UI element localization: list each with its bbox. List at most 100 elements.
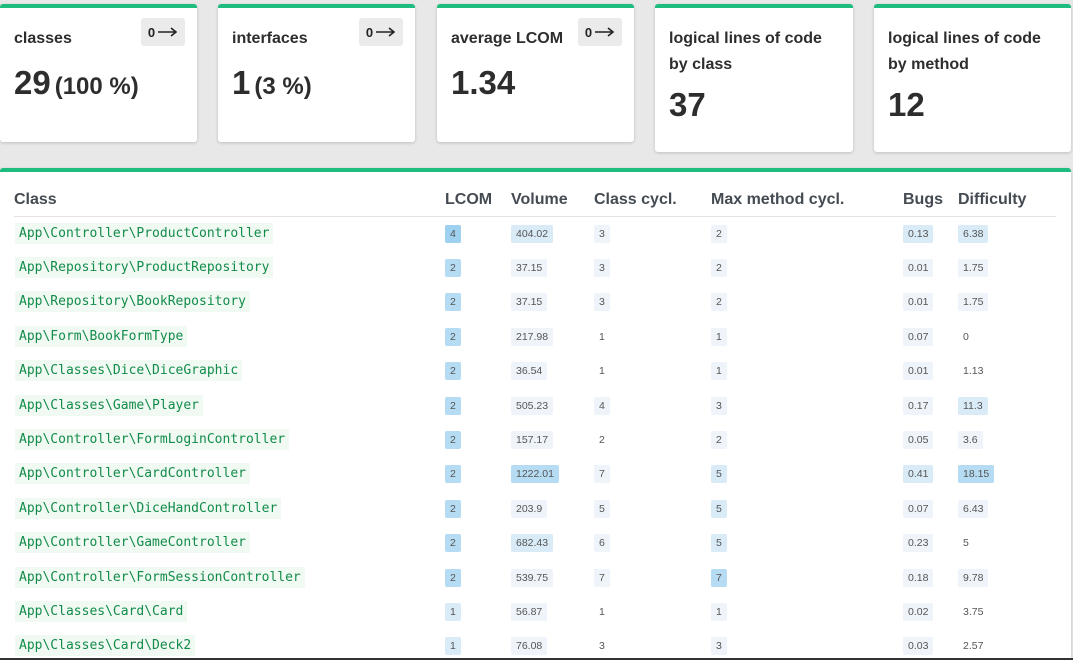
max-method-cycl-value: 2 bbox=[711, 293, 727, 312]
difficulty-value: 6.43 bbox=[958, 499, 989, 518]
column-header-max-method-cycl[interactable]: Max method cycl. bbox=[711, 190, 903, 217]
trend-badge[interactable]: 0 bbox=[359, 18, 403, 46]
lcom-cell: 2 bbox=[445, 491, 511, 525]
table-row[interactable]: App\Repository\BookRepository 2 37.15 3 2 0.0… bbox=[14, 285, 1056, 319]
lcom-cell: 2 bbox=[445, 457, 511, 491]
table-row[interactable]: App\Controller\CardController 2 1222.01 7 5 0… bbox=[14, 457, 1056, 491]
volume-value: 37.15 bbox=[511, 293, 548, 312]
bugs-cell: 0.01 bbox=[903, 250, 958, 284]
bugs-cell: 0.01 bbox=[903, 285, 958, 319]
table-row[interactable]: App\Classes\Dice\DiceGraphic 2 36.54 1 1 0.01… bbox=[14, 354, 1056, 388]
class-name-link[interactable]: App\Controller\FormSessionController bbox=[15, 566, 305, 588]
bugs-value: 0.01 bbox=[903, 259, 934, 278]
trend-value: 0 bbox=[584, 24, 593, 40]
class-name-link[interactable]: App\Controller\ProductController bbox=[15, 222, 274, 244]
difficulty-value: 1.13 bbox=[958, 362, 989, 381]
class-name-link[interactable]: App\Classes\Dice\DiceGraphic bbox=[15, 360, 243, 382]
class-name-link[interactable]: App\Controller\FormLoginController bbox=[15, 429, 290, 451]
class-cell: App\Controller\FormLoginController bbox=[14, 422, 445, 456]
max-method-cycl-value: 5 bbox=[711, 499, 727, 518]
bugs-value: 0.01 bbox=[903, 362, 934, 381]
table-header-row: Class LCOM Volume Class cycl. Max method… bbox=[14, 190, 1056, 217]
lcom-value: 2 bbox=[445, 396, 461, 415]
class-cycl-value: 5 bbox=[594, 499, 610, 518]
difficulty-value: 11.3 bbox=[958, 396, 988, 415]
bugs-cell: 0.01 bbox=[903, 354, 958, 388]
card-title: logical lines of code by method bbox=[888, 26, 1057, 78]
class-cycl-value: 1 bbox=[594, 362, 610, 381]
class-cell: App\Classes\Dice\DiceGraphic bbox=[14, 354, 445, 388]
class-name-link[interactable]: App\Repository\ProductRepository bbox=[15, 257, 274, 279]
difficulty-cell: 11.3 bbox=[958, 388, 1056, 422]
class-cell: App\Controller\DiceHandController bbox=[14, 491, 445, 525]
difficulty-cell: 9.78 bbox=[958, 560, 1056, 594]
difficulty-value: 3.75 bbox=[958, 602, 989, 621]
lcom-value: 2 bbox=[445, 465, 461, 484]
class-cycl-value: 3 bbox=[594, 637, 610, 656]
class-name-link[interactable]: App\Repository\BookRepository bbox=[15, 291, 250, 313]
class-cycl-cell: 3 bbox=[594, 216, 711, 250]
volume-cell: 37.15 bbox=[511, 250, 594, 284]
column-header-lcom[interactable]: LCOM bbox=[445, 190, 511, 217]
card-value: 29 (100 %) bbox=[14, 64, 183, 102]
lcom-cell: 2 bbox=[445, 285, 511, 319]
class-name-link[interactable]: App\Classes\Card\Deck2 bbox=[15, 635, 196, 657]
column-header-volume[interactable]: Volume bbox=[511, 190, 594, 217]
class-name-link[interactable]: App\Classes\Card\Card bbox=[15, 600, 188, 622]
card-value-percent: (100 %) bbox=[54, 73, 139, 100]
table-row[interactable]: App\Controller\DiceHandController 2 203.9 5… bbox=[14, 491, 1056, 525]
metric-card-interfaces: interfaces 0 1 (3 %) bbox=[218, 4, 415, 142]
lcom-cell: 2 bbox=[445, 526, 511, 560]
table-row[interactable]: App\Controller\FormSessionController 2 539… bbox=[14, 560, 1056, 594]
card-title: logical lines of code by class bbox=[669, 26, 839, 78]
class-metrics-table: Class LCOM Volume Class cycl. Max method… bbox=[14, 190, 1056, 660]
volume-value: 217.98 bbox=[511, 327, 554, 346]
table-body: App\Controller\ProductController 4 404.02 3… bbox=[14, 216, 1056, 660]
table-row[interactable]: App\Classes\Card\Card 1 56.87 1 1 0.02 3.75 bbox=[14, 594, 1056, 628]
table-row[interactable]: App\Classes\Game\Player 2 505.23 4 3 0.17 11.3 bbox=[14, 388, 1056, 422]
volume-value: 36.54 bbox=[511, 362, 548, 381]
table-row[interactable]: App\Repository\ProductRepository 2 37.15 3 2… bbox=[14, 250, 1056, 284]
metric-card-lloc-by-method: logical lines of code by method 12 bbox=[874, 4, 1071, 152]
table-row[interactable]: App\Controller\ProductController 4 404.02 3… bbox=[14, 216, 1056, 250]
trend-badge[interactable]: 0 bbox=[141, 18, 185, 46]
class-cell: App\Controller\ProductController bbox=[14, 216, 445, 250]
max-method-cycl-cell: 2 bbox=[711, 422, 903, 456]
class-name-link[interactable]: App\Controller\CardController bbox=[15, 463, 250, 485]
volume-value: 203.9 bbox=[511, 499, 548, 518]
volume-cell: 76.08 bbox=[511, 629, 594, 660]
table-row[interactable]: App\Controller\GameController 2 682.43 6 5 0.… bbox=[14, 526, 1056, 560]
class-name-link[interactable]: App\Classes\Game\Player bbox=[15, 394, 204, 416]
class-name-link[interactable]: App\Controller\GameController bbox=[15, 532, 250, 554]
difficulty-value: 0 bbox=[958, 327, 974, 346]
column-header-difficulty[interactable]: Difficulty bbox=[958, 190, 1056, 217]
class-cycl-cell: 3 bbox=[594, 250, 711, 284]
trend-badge[interactable]: 0 bbox=[578, 18, 622, 46]
difficulty-value: 1.75 bbox=[958, 259, 989, 278]
volume-cell: 539.75 bbox=[511, 560, 594, 594]
class-metrics-panel: Class LCOM Volume Class cycl. Max method… bbox=[0, 168, 1071, 660]
class-cycl-cell: 1 bbox=[594, 594, 711, 628]
class-name-link[interactable]: App\Controller\DiceHandController bbox=[15, 497, 282, 519]
bugs-value: 0.01 bbox=[903, 293, 934, 312]
card-value-percent: (3 %) bbox=[254, 73, 312, 100]
difficulty-cell: 1.75 bbox=[958, 285, 1056, 319]
class-name-link[interactable]: App\Form\BookFormType bbox=[15, 325, 188, 347]
bugs-cell: 0.41 bbox=[903, 457, 958, 491]
lcom-cell: 2 bbox=[445, 319, 511, 353]
table-row[interactable]: App\Form\BookFormType 2 217.98 1 1 0.07 0 bbox=[14, 319, 1056, 353]
class-cycl-cell: 3 bbox=[594, 285, 711, 319]
class-cycl-value: 7 bbox=[594, 465, 610, 484]
volume-cell: 157.17 bbox=[511, 422, 594, 456]
card-title-line: logical lines of code bbox=[888, 30, 1041, 47]
card-title-line: by method bbox=[888, 56, 969, 73]
max-method-cycl-value: 1 bbox=[711, 602, 727, 621]
arrow-right-icon bbox=[376, 27, 396, 37]
table-row[interactable]: App\Classes\Card\Deck2 1 76.08 3 3 0.03 2.57 bbox=[14, 629, 1056, 660]
table-row[interactable]: App\Controller\FormLoginController 2 157.1… bbox=[14, 422, 1056, 456]
column-header-class[interactable]: Class bbox=[14, 190, 445, 217]
column-header-bugs[interactable]: Bugs bbox=[903, 190, 958, 217]
column-header-class-cycl[interactable]: Class cycl. bbox=[594, 190, 711, 217]
class-cycl-value: 3 bbox=[594, 259, 610, 278]
volume-cell: 217.98 bbox=[511, 319, 594, 353]
